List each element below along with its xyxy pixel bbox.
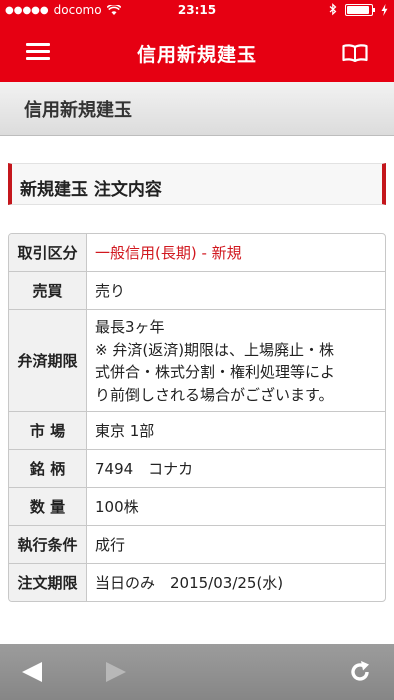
bottom-toolbar <box>0 644 394 700</box>
table-row-order-deadline: 注文期限 当日のみ 2015/03/25(水) <box>9 563 385 601</box>
page-title: 信用新規建玉 <box>24 100 132 121</box>
table-row-repayment-deadline: 弁済期限 最長3ヶ年 ※ 弁済(返済)期限は、上場廃止・株 式併合・株式分割・権… <box>9 309 385 411</box>
stock-value: 7494 コナカ <box>95 460 194 478</box>
repayment-note-line: 式併合・株式分割・権利処理等によ <box>95 363 336 381</box>
repayment-line: 最長3ヶ年 <box>95 318 165 336</box>
table-row-quantity: 数 量 100株 <box>9 487 385 525</box>
row-label: 銘 柄 <box>9 450 87 487</box>
charging-bolt-icon <box>381 3 388 16</box>
battery-level <box>347 5 369 14</box>
navigation-bar: 信用新規建玉 <box>0 20 394 82</box>
page-header: 信用新規建玉 <box>0 82 394 136</box>
table-row-stock: 銘 柄 7494 コナカ <box>9 449 385 487</box>
table-row-buy-sell: 売買 売り <box>9 271 385 309</box>
table-row-market: 市 場 東京 1部 <box>9 411 385 449</box>
row-label: 売買 <box>9 272 87 309</box>
execution-condition-value: 成行 <box>95 536 126 554</box>
order-deadline-value: 当日のみ 2015/03/25(水) <box>95 574 284 592</box>
buy-sell-value: 売り <box>95 282 126 300</box>
nav-title: 信用新規建玉 <box>136 44 257 66</box>
back-arrow-icon[interactable] <box>20 660 44 684</box>
bluetooth-icon <box>329 3 337 16</box>
row-label: 注文期限 <box>9 564 87 601</box>
status-bar: ●●●●● docomo 23:15 <box>0 0 394 20</box>
repayment-deadline-value: 最長3ヶ年 ※ 弁済(返済)期限は、上場廃止・株 式併合・株式分割・権利処理等に… <box>87 310 385 411</box>
table-row-trade-type: 取引区分 一般信用(長期) - 新規 <box>9 234 385 271</box>
section-heading: 新規建玉 注文内容 <box>8 163 386 205</box>
open-book-icon[interactable] <box>342 44 368 62</box>
status-icons <box>329 3 388 16</box>
repayment-note-line: ※ 弁済(返済)期限は、上場廃止・株 <box>95 340 335 359</box>
quantity-value: 100株 <box>95 498 139 516</box>
row-label: 数 量 <box>9 488 87 525</box>
row-label: 市 場 <box>9 412 87 449</box>
section-title: 新規建玉 注文内容 <box>20 180 162 200</box>
repayment-note-line: り前倒しされる場合がございます。 <box>95 385 334 404</box>
reload-icon[interactable] <box>348 660 372 684</box>
battery-icon <box>345 3 375 16</box>
row-label: 弁済期限 <box>9 310 87 411</box>
order-details-table: 取引区分 一般信用(長期) - 新規 売買 売り 弁済期限 最長3ヶ年 ※ 弁済… <box>8 233 386 602</box>
market-value: 東京 1部 <box>95 422 155 440</box>
forward-arrow-icon[interactable] <box>104 660 128 684</box>
table-row-execution-condition: 執行条件 成行 <box>9 525 385 563</box>
trade-type-value: 一般信用(長期) - 新規 <box>95 244 242 262</box>
row-label: 取引区分 <box>9 234 87 271</box>
row-label: 執行条件 <box>9 526 87 563</box>
